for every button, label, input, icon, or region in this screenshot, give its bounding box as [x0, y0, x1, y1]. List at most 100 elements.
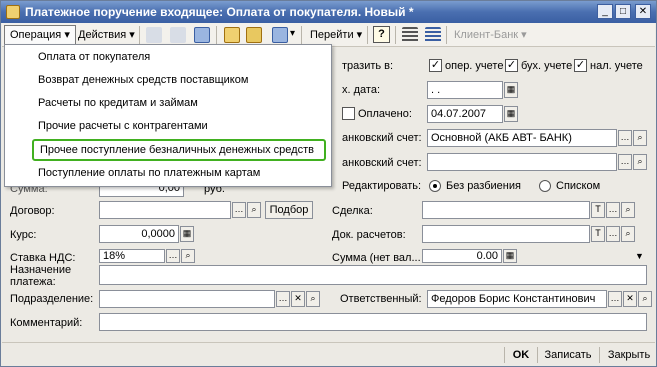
bank-account-input[interactable]: Основной (АКБ АВТ- БАНК) [427, 129, 617, 147]
clear-icon[interactable]: ✕ [291, 291, 305, 307]
vat-rate-input[interactable]: 18% [99, 249, 165, 263]
calculator-icon[interactable]: ▦ [503, 249, 517, 263]
reflect-in-label: тразить в: [342, 60, 394, 72]
post-document-icon[interactable] [224, 27, 240, 43]
window-title: Платежное поручение входящее: Оплата от … [25, 5, 414, 19]
list-icon[interactable] [402, 27, 418, 43]
ok-button[interactable]: OK [508, 346, 534, 364]
menu-item-card-payment-receipt[interactable]: Поступление оплаты по платежным картам [5, 162, 331, 184]
actions-menu[interactable]: Действия ▾ [72, 25, 141, 45]
type-t-button[interactable]: T [591, 226, 605, 242]
edit-icon[interactable] [170, 27, 186, 43]
close-button[interactable]: Закрыть [603, 346, 655, 364]
menu-item-other-settlements[interactable]: Прочие расчеты с контрагентами [5, 115, 331, 137]
select-ellipsis-button[interactable]: … [606, 226, 620, 242]
doc-calc-label: Док. расчетов: [332, 229, 406, 241]
edit-no-split-radio[interactable] [429, 180, 441, 192]
add-copy-icon[interactable] [146, 27, 162, 43]
maximize-button[interactable]: □ [615, 4, 631, 19]
incoming-date-input[interactable]: . . [427, 81, 503, 99]
responsible-input[interactable]: Федоров Борис Константинович [427, 290, 607, 308]
menu-item-refund-from-supplier[interactable]: Возврат денежных средств поставщиком [5, 69, 331, 91]
select-ellipsis-button[interactable]: … [606, 202, 620, 218]
search-icon[interactable]: ⌕ [247, 202, 261, 218]
rate-input[interactable]: 0,0000 [99, 225, 179, 243]
paid-label: Оплачено: [358, 108, 412, 120]
select-ellipsis-button[interactable]: … [618, 154, 632, 170]
paid-date-input[interactable]: 04.07.2007 [427, 105, 503, 123]
actions-menu-label: Действия [78, 29, 127, 41]
operation-dropdown-menu: Оплата от покупателя Возврат денежных ср… [4, 44, 332, 187]
toolbar-separator [367, 26, 368, 44]
journal-icon[interactable] [246, 27, 262, 43]
operation-menu[interactable]: Операция ▾ [4, 25, 76, 45]
operation-menu-label: Операция [10, 29, 62, 41]
clear-icon[interactable]: ✕ [623, 291, 637, 307]
deal-input[interactable] [422, 201, 590, 219]
refresh-icon[interactable] [194, 27, 210, 43]
footer-separator [537, 347, 538, 363]
settings-list-icon[interactable] [425, 27, 441, 43]
chevron-down-icon: ▾ [521, 29, 527, 41]
contract-label: Договор: [10, 205, 55, 217]
counterparty-bank-account-label: анковский счет: [342, 157, 422, 169]
menu-item-credits-and-loans[interactable]: Расчеты по кредитам и займам [5, 92, 331, 114]
toolbar-separator [395, 26, 396, 44]
chevron-down-icon: ▾ [129, 29, 135, 41]
vat-sum-label: Сумма (нет вал... [332, 252, 421, 264]
client-bank-menu[interactable]: Клиент-Банк ▾ [448, 25, 533, 45]
minimize-button[interactable]: _ [597, 4, 613, 19]
calendar-icon[interactable]: ▦ [504, 106, 518, 122]
edit-list-radio[interactable] [539, 180, 551, 192]
deal-label: Сделка: [332, 205, 373, 217]
oper-accounting-checkbox[interactable]: ✓ [429, 59, 442, 72]
search-icon[interactable]: ⌕ [181, 249, 195, 263]
incoming-date-label: х. дата: [342, 84, 380, 96]
close-window-button[interactable]: ✕ [635, 4, 651, 19]
select-ellipsis-button[interactable]: … [232, 202, 246, 218]
footer-separator [599, 347, 600, 363]
chevron-down-icon[interactable]: ▾ [290, 28, 295, 39]
calendar-icon[interactable]: ▦ [504, 82, 518, 98]
select-button[interactable]: Подбор [265, 201, 313, 219]
tax-accounting-checkbox[interactable]: ✓ [574, 59, 587, 72]
vat-sum-input[interactable]: 0.00 [422, 249, 502, 263]
search-icon[interactable]: ⌕ [633, 130, 647, 146]
comment-input[interactable] [99, 313, 647, 331]
contract-input[interactable] [99, 201, 231, 219]
select-ellipsis-button[interactable]: … [276, 291, 290, 307]
structure-icon[interactable] [272, 27, 288, 43]
responsible-label: Ответственный: [340, 293, 422, 305]
buh-accounting-checkbox[interactable]: ✓ [505, 59, 518, 72]
payment-purpose-input[interactable] [99, 265, 647, 285]
search-icon[interactable]: ⌕ [306, 291, 320, 307]
menu-item-payment-from-buyer[interactable]: Оплата от покупателя [5, 46, 331, 68]
edit-mode-label: Редактировать: [342, 180, 422, 192]
search-icon[interactable]: ⌕ [633, 154, 647, 170]
division-input[interactable] [99, 290, 275, 308]
search-icon[interactable]: ⌕ [621, 202, 635, 218]
edit-list-label: Списком [556, 180, 601, 192]
search-icon[interactable]: ⌕ [638, 291, 652, 307]
oper-accounting-label: опер. учете [445, 60, 504, 72]
help-button[interactable]: ? [373, 26, 390, 43]
chevron-down-icon[interactable]: ▼ [635, 251, 644, 261]
purpose-label-1: Назначение [10, 264, 72, 276]
counterparty-bank-account-input[interactable] [427, 153, 617, 171]
select-ellipsis-button[interactable]: … [166, 249, 180, 263]
doc-calc-input[interactable] [422, 225, 590, 243]
calculator-icon[interactable]: ▦ [180, 226, 194, 242]
select-ellipsis-button[interactable]: … [618, 130, 632, 146]
save-button[interactable]: Записать [541, 346, 595, 364]
toolbar-separator [301, 26, 302, 44]
client-bank-label: Клиент-Банк [454, 29, 519, 41]
chevron-down-icon: ▾ [356, 29, 363, 41]
type-t-button[interactable]: T [591, 202, 605, 218]
goto-menu[interactable]: Перейти ▾ [304, 25, 368, 45]
search-icon[interactable]: ⌕ [621, 226, 635, 242]
edit-no-split-label: Без разбиения [446, 180, 521, 192]
paid-checkbox[interactable] [342, 107, 355, 120]
select-ellipsis-button[interactable]: … [608, 291, 622, 307]
comment-label: Комментарий: [10, 317, 83, 329]
menu-item-other-cashless-receipt[interactable]: Прочее поступление безналичных денежных … [32, 139, 326, 161]
